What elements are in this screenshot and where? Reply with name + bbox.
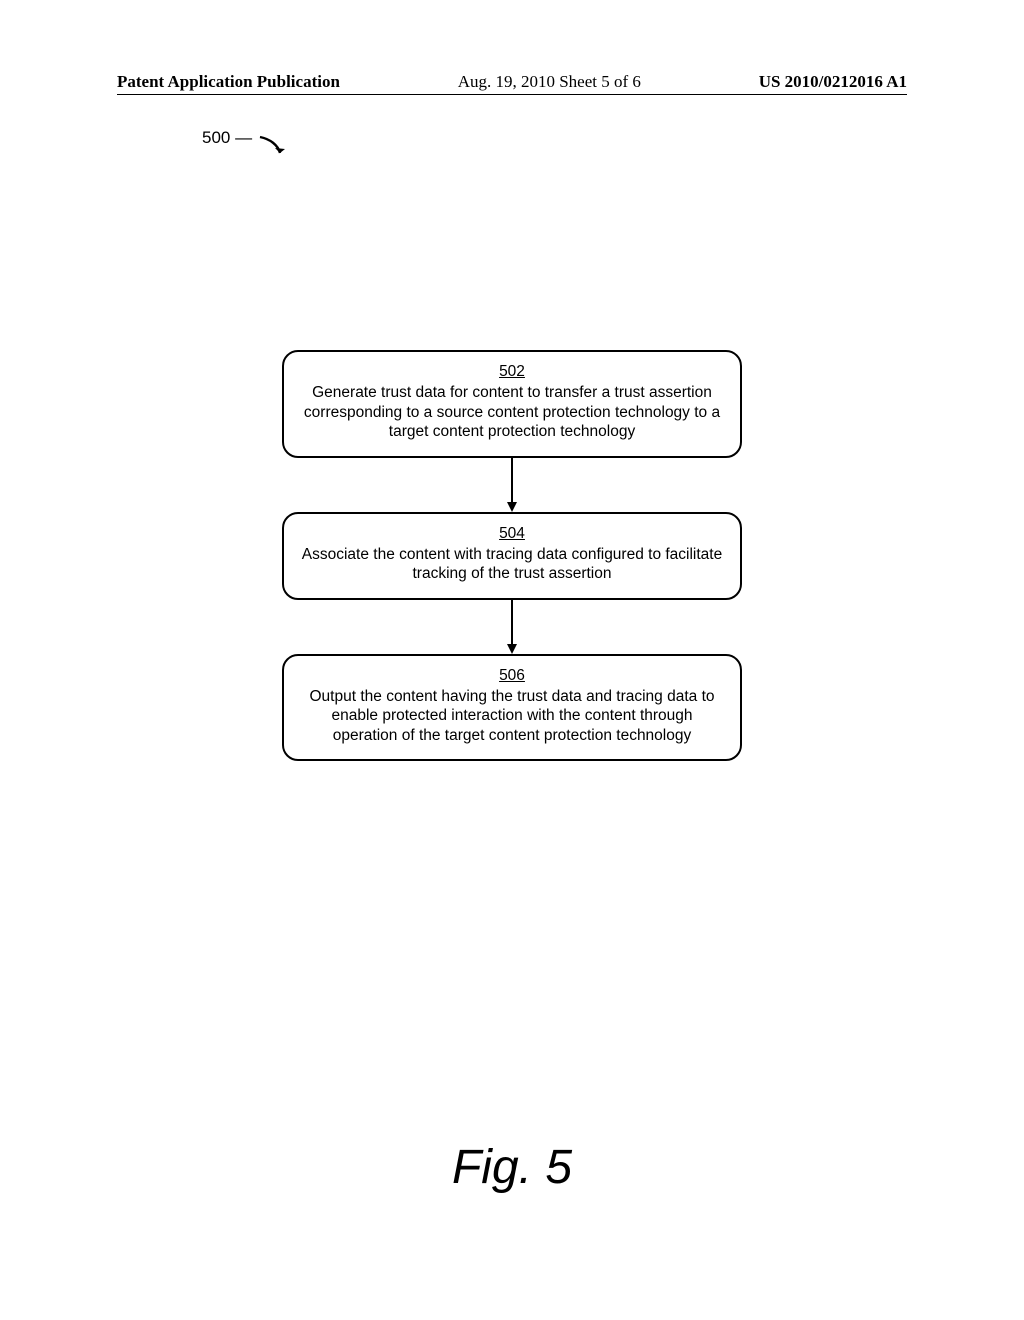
- step-number: 502: [298, 362, 726, 381]
- figure-reference-leader-line: —: [230, 128, 252, 148]
- step-number: 506: [298, 666, 726, 685]
- figure-reference-text: 500: [202, 128, 230, 148]
- patent-page: Patent Application Publication Aug. 19, …: [117, 0, 907, 1020]
- flowchart-step-504: 504 Associate the content with tracing d…: [282, 512, 742, 600]
- arrow-down-icon: [506, 600, 518, 654]
- header-publication-type: Patent Application Publication: [117, 72, 340, 92]
- figure-caption: Fig. 5: [117, 1140, 907, 1195]
- flowchart-step-502: 502 Generate trust data for content to t…: [282, 350, 742, 458]
- arrow-down-icon: [506, 458, 518, 512]
- header-date-sheet: Aug. 19, 2010 Sheet 5 of 6: [458, 72, 641, 92]
- step-number: 504: [298, 524, 726, 543]
- step-text: Generate trust data for content to trans…: [304, 384, 720, 440]
- step-text: Associate the content with tracing data …: [302, 546, 722, 582]
- curved-arrow-icon: [258, 135, 288, 161]
- flowchart-diagram: 502 Generate trust data for content to t…: [117, 350, 907, 761]
- header-publication-number: US 2010/0212016 A1: [759, 72, 907, 92]
- step-text: Output the content having the trust data…: [310, 688, 715, 744]
- figure-reference-numeral: 500 —: [202, 125, 288, 151]
- header-divider: [117, 94, 907, 95]
- page-header: Patent Application Publication Aug. 19, …: [117, 72, 907, 92]
- flowchart-step-506: 506 Output the content having the trust …: [282, 654, 742, 762]
